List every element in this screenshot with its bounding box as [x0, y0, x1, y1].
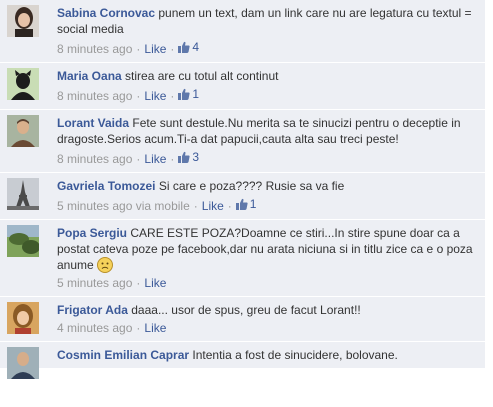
comment-via: via mobile: [135, 199, 190, 213]
profile-photo-man-2-icon: [7, 347, 39, 379]
comment-author[interactable]: Popa Sergiu: [57, 226, 127, 240]
comment-author[interactable]: Sabina Cornovac: [57, 6, 155, 20]
avatar[interactable]: [7, 178, 39, 210]
comment-timestamp[interactable]: 8 minutes ago: [57, 89, 132, 103]
avatar[interactable]: [7, 5, 39, 37]
avatar[interactable]: [7, 302, 39, 334]
comment-item: Frigator Ada daaa... usor de spus, greu …: [0, 297, 485, 342]
like-button[interactable]: Like: [144, 276, 166, 290]
comment-author[interactable]: Cosmin Emilian Caprar: [57, 348, 189, 362]
comment-item: Sabina Cornovac punem un text, dam un li…: [0, 0, 485, 63]
comment-meta: 4 minutes ago · Like: [57, 321, 167, 335]
like-count[interactable]: 4: [178, 39, 199, 55]
avatar[interactable]: [7, 225, 39, 257]
comment-text: Gavriela Tomozei Si care e poza???? Rusi…: [57, 178, 477, 194]
profile-photo-eiffel-tower-icon: [7, 178, 39, 210]
comment-item: Popa Sergiu CARE ESTE POZA?Doamne ce sti…: [0, 220, 485, 297]
like-count[interactable]: 1: [178, 86, 199, 102]
comment-text: Lorant Vaida Fete sunt destule.Nu merita…: [57, 115, 477, 147]
comment-author[interactable]: Maria Oana: [57, 69, 122, 83]
thumbs-up-icon: [178, 151, 191, 163]
comment-author[interactable]: Frigator Ada: [57, 303, 128, 317]
profile-photo-silhouette-icon: [7, 68, 39, 100]
like-button[interactable]: Like: [144, 89, 166, 103]
comment-timestamp[interactable]: 8 minutes ago: [57, 42, 132, 56]
comment-timestamp[interactable]: 4 minutes ago: [57, 321, 132, 335]
comment-item: Cosmin Emilian Caprar Intentia a fost de…: [0, 342, 485, 379]
profile-photo-landscape-icon: [7, 225, 39, 257]
comment-author[interactable]: Lorant Vaida: [57, 116, 129, 130]
avatar[interactable]: [7, 347, 39, 379]
comment-meta: 5 minutes ago via mobile · Like · 1: [57, 196, 257, 213]
comment-text: Popa Sergiu CARE ESTE POZA?Doamne ce sti…: [57, 225, 477, 273]
like-button[interactable]: Like: [144, 321, 166, 335]
comment-body: stirea are cu totul alt continut: [125, 69, 279, 83]
comment-item: Maria Oana stirea are cu totul alt conti…: [0, 63, 485, 110]
like-count[interactable]: 3: [178, 149, 199, 165]
avatar[interactable]: [7, 115, 39, 147]
avatar[interactable]: [7, 68, 39, 100]
like-button[interactable]: Like: [202, 199, 224, 213]
sad-face-emoticon-icon: [97, 257, 114, 273]
like-button[interactable]: Like: [144, 152, 166, 166]
comment-meta: 8 minutes ago · Like · 1: [57, 86, 200, 103]
like-button[interactable]: Like: [144, 42, 166, 56]
profile-photo-man-icon: [7, 115, 39, 147]
comment-timestamp[interactable]: 5 minutes ago: [57, 276, 132, 290]
thumbs-up-icon: [178, 88, 191, 100]
comment-list: Sabina Cornovac punem un text, dam un li…: [0, 0, 485, 379]
like-count[interactable]: 1: [235, 196, 256, 212]
comment-timestamp[interactable]: 5 minutes ago: [57, 199, 132, 213]
profile-photo-woman-blonde-icon: [7, 302, 39, 334]
comment-meta: 8 minutes ago · Like · 4: [57, 39, 200, 56]
comment-item: Gavriela Tomozei Si care e poza???? Rusi…: [0, 173, 485, 220]
comment-text: Maria Oana stirea are cu totul alt conti…: [57, 68, 477, 84]
comment-text: Cosmin Emilian Caprar Intentia a fost de…: [57, 347, 477, 363]
comment-body: Si care e poza???? Rusie sa va fie: [158, 179, 345, 193]
comment-text: Sabina Cornovac punem un text, dam un li…: [57, 5, 477, 37]
profile-photo-woman-icon: [7, 5, 39, 37]
comment-timestamp[interactable]: 8 minutes ago: [57, 152, 132, 166]
comment-body: daaa... usor de spus, greu de facut Lora…: [131, 303, 361, 317]
thumbs-up-icon: [235, 198, 248, 210]
comment-text: Frigator Ada daaa... usor de spus, greu …: [57, 302, 477, 318]
comment-meta: 8 minutes ago · Like · 3: [57, 149, 200, 166]
comment-meta: 5 minutes ago · Like: [57, 276, 167, 290]
comment-item: Lorant Vaida Fete sunt destule.Nu merita…: [0, 110, 485, 173]
thumbs-up-icon: [178, 41, 191, 53]
comment-author[interactable]: Gavriela Tomozei: [57, 179, 155, 193]
comment-body: Intentia a fost de sinucidere, bolovane.: [192, 348, 398, 362]
